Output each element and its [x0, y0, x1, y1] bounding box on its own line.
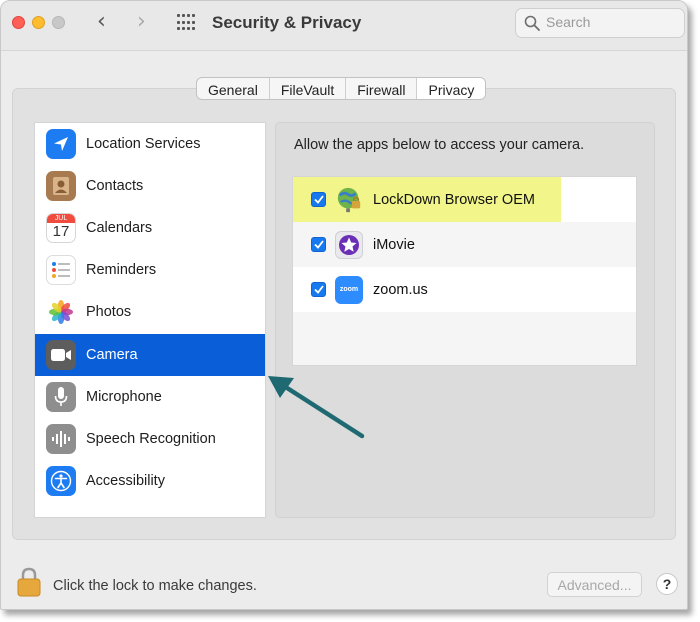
- lock-icon[interactable]: [16, 567, 42, 597]
- tab-general[interactable]: General: [197, 78, 270, 99]
- back-chevron-icon[interactable]: ‹: [97, 9, 106, 34]
- app-name: LockDown Browser OEM: [373, 191, 535, 208]
- search-field[interactable]: [515, 8, 685, 38]
- calendar-icon: JUL 17: [46, 213, 76, 243]
- sidebar-item-camera[interactable]: Camera: [35, 334, 265, 376]
- accessibility-icon: [46, 466, 76, 496]
- zoom-icon: zoom: [335, 275, 363, 304]
- app-name: iMovie: [373, 236, 415, 253]
- close-window-button[interactable]: [12, 16, 25, 29]
- privacy-category-list: Location Services Contacts JUL 17 Calend…: [34, 122, 266, 518]
- sidebar-item-microphone[interactable]: Microphone: [35, 376, 265, 418]
- lock-status-text: Click the lock to make changes.: [53, 578, 257, 594]
- empty-list-row: [293, 312, 636, 357]
- window-title: Security & Privacy: [212, 13, 362, 32]
- imovie-star-icon: [335, 230, 363, 259]
- sidebar-item-label: Calendars: [86, 220, 153, 236]
- reminders-icon: [46, 255, 76, 285]
- sidebar-item-label: Photos: [86, 304, 132, 320]
- sidebar-item-location-services[interactable]: Location Services: [35, 123, 265, 165]
- app-row-zoom[interactable]: zoom zoom.us: [293, 267, 636, 312]
- tab-filevault[interactable]: FileVault: [270, 78, 347, 99]
- contacts-icon: [46, 171, 76, 201]
- forward-chevron-icon[interactable]: ›: [137, 9, 146, 34]
- lockdown-globe-icon: [335, 186, 363, 214]
- camera-app-list: LockDown Browser OEM iMovie zoom zoom.us: [292, 176, 637, 366]
- sidebar-item-label: Accessibility: [86, 473, 165, 489]
- search-icon: [524, 15, 540, 31]
- sidebar-item-accessibility[interactable]: Accessibility: [35, 460, 265, 502]
- camera-access-description: Allow the apps below to access your came…: [294, 137, 585, 153]
- tab-bar: General FileVault Firewall Privacy: [196, 77, 487, 100]
- title-bar: ‹ › Security & Privacy: [1, 1, 687, 51]
- security-privacy-window: ‹ › Security & Privacy General FileVault…: [0, 0, 688, 610]
- sidebar-item-contacts[interactable]: Contacts: [35, 165, 265, 207]
- sidebar-item-speech-recognition[interactable]: Speech Recognition: [35, 418, 265, 460]
- tab-privacy[interactable]: Privacy: [417, 78, 486, 99]
- annotation-arrow-icon: [268, 376, 365, 439]
- sidebar-item-reminders[interactable]: Reminders: [35, 249, 265, 291]
- calendar-day: 17: [52, 223, 70, 240]
- sidebar-item-label: Reminders: [86, 262, 157, 278]
- sidebar-item-photos[interactable]: Photos: [35, 291, 265, 333]
- zoom-icon-text: zoom: [339, 286, 359, 293]
- lockdown-browser-checkbox[interactable]: [311, 192, 326, 207]
- zoom-window-button[interactable]: [52, 16, 65, 29]
- sidebar-item-label: Location Services: [86, 136, 201, 152]
- sidebar-item-label: Contacts: [86, 178, 144, 194]
- calendar-month: JUL: [47, 214, 75, 223]
- show-all-grid-icon[interactable]: [177, 14, 197, 32]
- zoom-checkbox[interactable]: [311, 282, 326, 297]
- microphone-icon: [46, 382, 76, 412]
- app-row-imovie[interactable]: iMovie: [293, 222, 636, 267]
- imovie-checkbox[interactable]: [311, 237, 326, 252]
- location-arrow-icon: [46, 129, 76, 159]
- sidebar-item-calendars[interactable]: JUL 17 Calendars: [35, 207, 265, 249]
- sidebar-item-label: Speech Recognition: [86, 431, 216, 447]
- camera-icon: [46, 340, 76, 370]
- sidebar-item-label: Microphone: [86, 389, 162, 405]
- minimize-window-button[interactable]: [32, 16, 45, 29]
- speech-waveform-icon: [46, 424, 76, 454]
- advanced-button[interactable]: Advanced...: [547, 572, 642, 597]
- app-name: zoom.us: [373, 281, 428, 298]
- search-input[interactable]: [546, 14, 676, 30]
- sidebar-item-label: Camera: [86, 347, 138, 363]
- tab-firewall[interactable]: Firewall: [346, 78, 418, 99]
- photos-icon: [46, 297, 76, 327]
- app-row-lockdown-browser[interactable]: LockDown Browser OEM: [293, 177, 636, 222]
- help-button[interactable]: ?: [656, 573, 678, 595]
